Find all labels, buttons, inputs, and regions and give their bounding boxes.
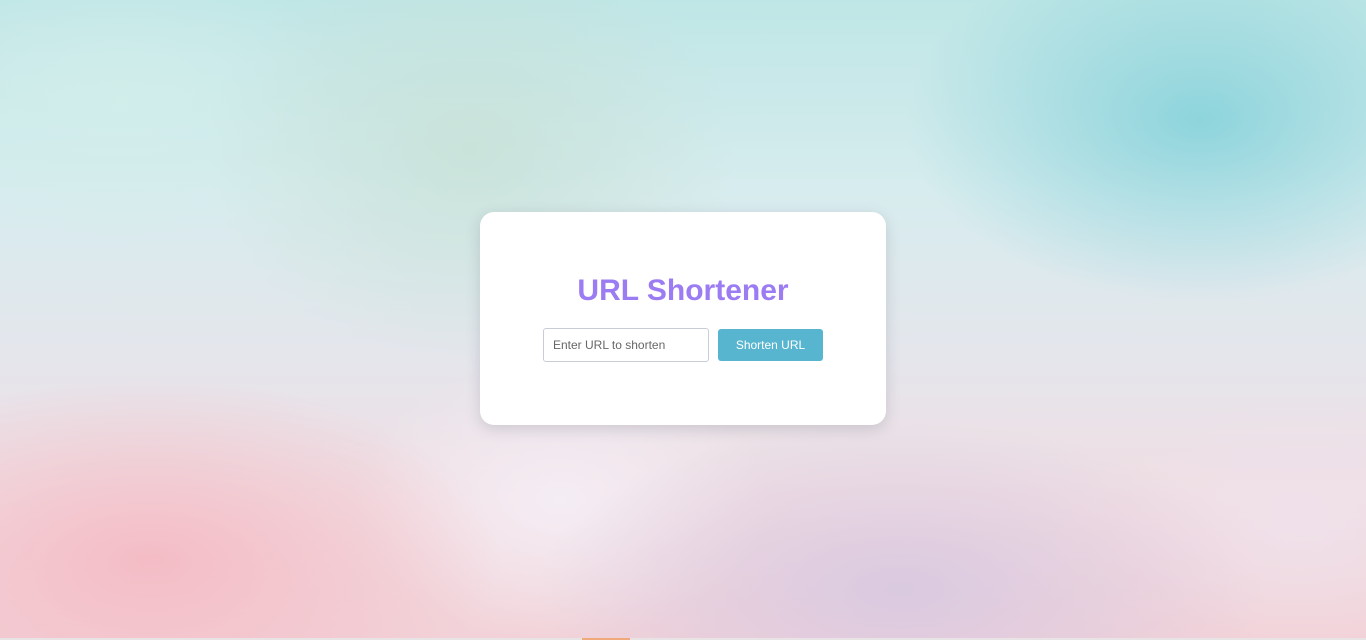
url-input[interactable] bbox=[543, 328, 709, 362]
shortener-card bbox=[480, 212, 886, 425]
page-title: URL Shortener bbox=[577, 274, 789, 307]
shorten-url-button[interactable]: Shorten URL bbox=[718, 329, 823, 361]
